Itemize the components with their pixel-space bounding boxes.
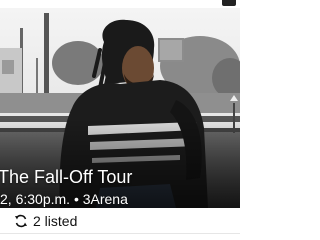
listing-count-row[interactable]: 2 listed: [14, 211, 77, 231]
detail-separator: •: [73, 191, 79, 207]
battery-icon: [222, 0, 236, 6]
divider: [0, 233, 240, 234]
swap-arrows-icon: [15, 214, 27, 228]
listing-info: 2 listed: [0, 208, 240, 240]
status-bar: [0, 0, 240, 8]
event-title[interactable]: The Fall-Off Tour: [0, 166, 240, 188]
event-card[interactable]: The Fall-Off Tour 2, 6:30p.m. • 3Arena 2…: [0, 0, 240, 240]
event-venue: 3Arena: [82, 191, 128, 207]
event-date-time: 2, 6:30p.m.: [0, 191, 71, 207]
event-details: 2, 6:30p.m. • 3Arena: [0, 190, 240, 208]
listing-count: 2 listed: [33, 213, 78, 229]
